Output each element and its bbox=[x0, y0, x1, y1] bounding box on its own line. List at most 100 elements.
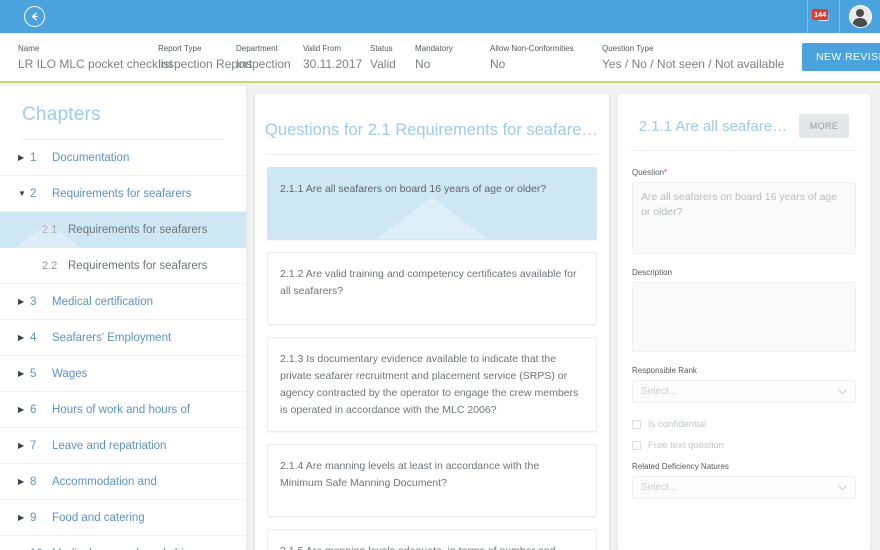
document-meta-bar: Name LR ILO MLC pocket checklist Report Ty… bbox=[0, 33, 880, 83]
chapter-label: Requirements for seafarers bbox=[68, 223, 208, 236]
chapter-label: Hours of work and hours of bbox=[52, 403, 191, 416]
chevron-right-icon[interactable]: ▶ bbox=[18, 477, 30, 486]
sidebar-item-chapter-3[interactable]: ▶ 3 Medical certification bbox=[0, 284, 246, 320]
meta-field: Name LR ILO MLC pocket checklist bbox=[18, 43, 173, 72]
chapter-number: 2 bbox=[30, 187, 37, 200]
chevron-right-icon[interactable]: ▶ bbox=[18, 441, 30, 450]
checkbox-icon bbox=[632, 420, 641, 429]
related-deficiency-label: Related Deficiency Natures bbox=[632, 462, 729, 471]
chapter-number: 4 bbox=[30, 331, 37, 344]
question-card[interactable]: 2.1.2 Are valid training and competency … bbox=[267, 252, 597, 325]
meta-field: Status Valid bbox=[370, 43, 415, 72]
sidebar-item-chapter-1[interactable]: ▶ 1 Documentation bbox=[0, 140, 246, 176]
chapter-label: Leave and repatriation bbox=[52, 439, 167, 452]
chevron-down-icon[interactable]: ▼ bbox=[18, 189, 30, 198]
chapter-label: Seafarers' Employment bbox=[52, 331, 172, 344]
chevron-right-icon[interactable]: ▶ bbox=[18, 333, 30, 342]
meta-field: Question Type Yes / No / Not seen / Not a… bbox=[602, 43, 802, 72]
chapter-label: Medical certification bbox=[52, 295, 153, 308]
meta-field-value: No bbox=[490, 56, 506, 71]
chapter-label: Accommodation and bbox=[52, 475, 157, 488]
question-detail-column: 2.1.1 Are all seafarers … MORE Question*… bbox=[618, 86, 880, 550]
sidebar-item-chapter-10[interactable]: ▶10Medical care on board ship bbox=[0, 536, 246, 550]
meta-field-list: Name LR ILO MLC pocket checklist Report Ty… bbox=[0, 43, 802, 72]
sidebar-item-chapter-2[interactable]: ▼ 2 Requirements for seafarers bbox=[0, 176, 246, 212]
chapter-label: Requirements for seafarers bbox=[68, 259, 208, 272]
back-button[interactable] bbox=[24, 6, 45, 27]
detail-header: 2.1.1 Are all seafarers … MORE bbox=[618, 94, 870, 150]
notifications-button[interactable]: 144 bbox=[807, 0, 840, 33]
meta-field-value: LR ILO MLC pocket checklist bbox=[18, 56, 173, 71]
free-text-question-checkbox[interactable]: Free text question bbox=[632, 440, 856, 451]
more-button[interactable]: MORE bbox=[798, 114, 850, 138]
question-detail-card: 2.1.1 Are all seafarers … MORE Question*… bbox=[618, 94, 870, 550]
chapter-list: ▶ 1 Documentation ▼ 2 Requirements for seafar… bbox=[0, 140, 246, 550]
required-marker: * bbox=[664, 168, 668, 177]
user-menu-button[interactable] bbox=[840, 0, 880, 33]
meta-field: Mandatory No bbox=[415, 43, 490, 72]
question-card-text: 2.1.3 Is documentary evidence available … bbox=[280, 353, 579, 416]
meta-field-value: No bbox=[415, 56, 431, 71]
question-list: 2.1.1 Are all seafarers on board 16 year… bbox=[255, 167, 609, 550]
sidebar-item-chapter-2-1[interactable]: 2.1 Requirements for seafarers bbox=[0, 212, 246, 253]
chevron-right-icon[interactable]: ▶ bbox=[18, 405, 30, 414]
question-form: Question* Are all seafarers on board 16 … bbox=[618, 151, 870, 499]
chapter-number: 2.1 bbox=[42, 223, 58, 236]
chevron-right-icon[interactable]: ▶ bbox=[18, 153, 30, 162]
questions-title-divider bbox=[267, 154, 597, 155]
sidebar-item-chapter-2-2[interactable]: 2.2 Requirements for seafarers bbox=[0, 248, 246, 284]
meta-field: Report Type Inspection Report bbox=[158, 43, 253, 72]
detail-title: 2.1.1 Are all seafarers … bbox=[638, 117, 789, 135]
chapter-number: 8 bbox=[30, 475, 37, 488]
application-root: 144 Name LR ILO MLC pocket checklist Repor… bbox=[0, 0, 880, 550]
related-deficiency-value: Select... bbox=[641, 482, 678, 493]
chevron-down-icon bbox=[838, 387, 847, 397]
questions-column: Questions for 2.1 Requirements for seafa… bbox=[246, 86, 618, 550]
is-confidential-checkbox[interactable]: Is confidential bbox=[632, 419, 856, 430]
chapter-number: 5 bbox=[30, 367, 37, 380]
question-card-text: 2.1.5 Are manning levels adequate, in te… bbox=[280, 543, 584, 550]
chevron-right-icon[interactable]: ▶ bbox=[18, 369, 30, 378]
question-field-label: Question* bbox=[632, 167, 856, 178]
chapter-label: Requirements for seafarers bbox=[52, 187, 192, 200]
question-card-text: 2.1.2 Are valid training and competency … bbox=[280, 268, 577, 297]
question-card[interactable]: 2.1.1 Are all seafarers on board 16 year… bbox=[267, 167, 597, 240]
sidebar-item-chapter-7[interactable]: ▶ 7 Leave and repatriation bbox=[0, 428, 246, 464]
chapter-number: 6 bbox=[30, 403, 37, 416]
related-deficiency-select[interactable]: Select... bbox=[632, 476, 856, 499]
question-card[interactable]: 2.1.5 Are manning levels adequate, in te… bbox=[267, 529, 597, 550]
question-card[interactable]: 2.1.3 Is documentary evidence available … bbox=[267, 337, 597, 432]
responsible-rank-select[interactable]: Select... bbox=[632, 380, 856, 403]
meta-field-value: 30.11.2017 bbox=[303, 56, 363, 71]
checkbox-group: Is confidential Free text question bbox=[632, 419, 856, 451]
chapter-label: Documentation bbox=[52, 151, 130, 164]
meta-field-label: Report Type bbox=[158, 43, 202, 53]
chevron-right-icon[interactable]: ▶ bbox=[18, 297, 30, 306]
sidebar-item-chapter-9[interactable]: ▶ 9 Food and catering bbox=[0, 500, 246, 536]
questions-panel-title: Questions for 2.1 Requirements for seafa… bbox=[265, 121, 609, 139]
question-card-text: 2.1.4 Are manning levels at least in acc… bbox=[280, 460, 540, 489]
question-card[interactable]: 2.1.4 Are manning levels at least in acc… bbox=[267, 444, 597, 517]
description-textarea[interactable] bbox=[632, 282, 856, 352]
sidebar-item-chapter-5[interactable]: ▶ 5 Wages bbox=[0, 356, 246, 392]
question-textarea[interactable]: Are all seafarers on board 16 years of a… bbox=[632, 182, 856, 254]
sidebar-item-chapter-6[interactable]: ▶ 6 Hours of work and hours of bbox=[0, 392, 246, 428]
chapter-number: 7 bbox=[30, 439, 37, 452]
new-revision-button[interactable]: NEW REVISION bbox=[802, 43, 880, 71]
meta-field-label: Mandatory bbox=[415, 43, 453, 53]
questions-card: Questions for 2.1 Requirements for seafa… bbox=[255, 94, 609, 550]
checkbox-icon bbox=[632, 441, 641, 450]
meta-field-label: Name bbox=[18, 43, 40, 53]
description-field-label: Description bbox=[632, 268, 673, 277]
sidebar-item-chapter-8[interactable]: ▶ 8 Accommodation and bbox=[0, 464, 246, 500]
is-confidential-label: Is confidential bbox=[648, 419, 707, 430]
sidebar-item-chapter-4[interactable]: ▶ 4 Seafarers' Employment bbox=[0, 320, 246, 356]
meta-field-label: Department bbox=[236, 43, 278, 53]
meta-field-value: Inspection bbox=[236, 56, 291, 71]
meta-field-value: Inspection Report bbox=[158, 56, 253, 71]
chapter-number: 2.2 bbox=[42, 259, 58, 272]
chevron-right-icon[interactable]: ▶ bbox=[18, 513, 30, 522]
chevron-down-icon bbox=[838, 483, 847, 493]
chapter-number: 3 bbox=[30, 295, 37, 308]
meta-field-value: Valid bbox=[370, 56, 396, 71]
